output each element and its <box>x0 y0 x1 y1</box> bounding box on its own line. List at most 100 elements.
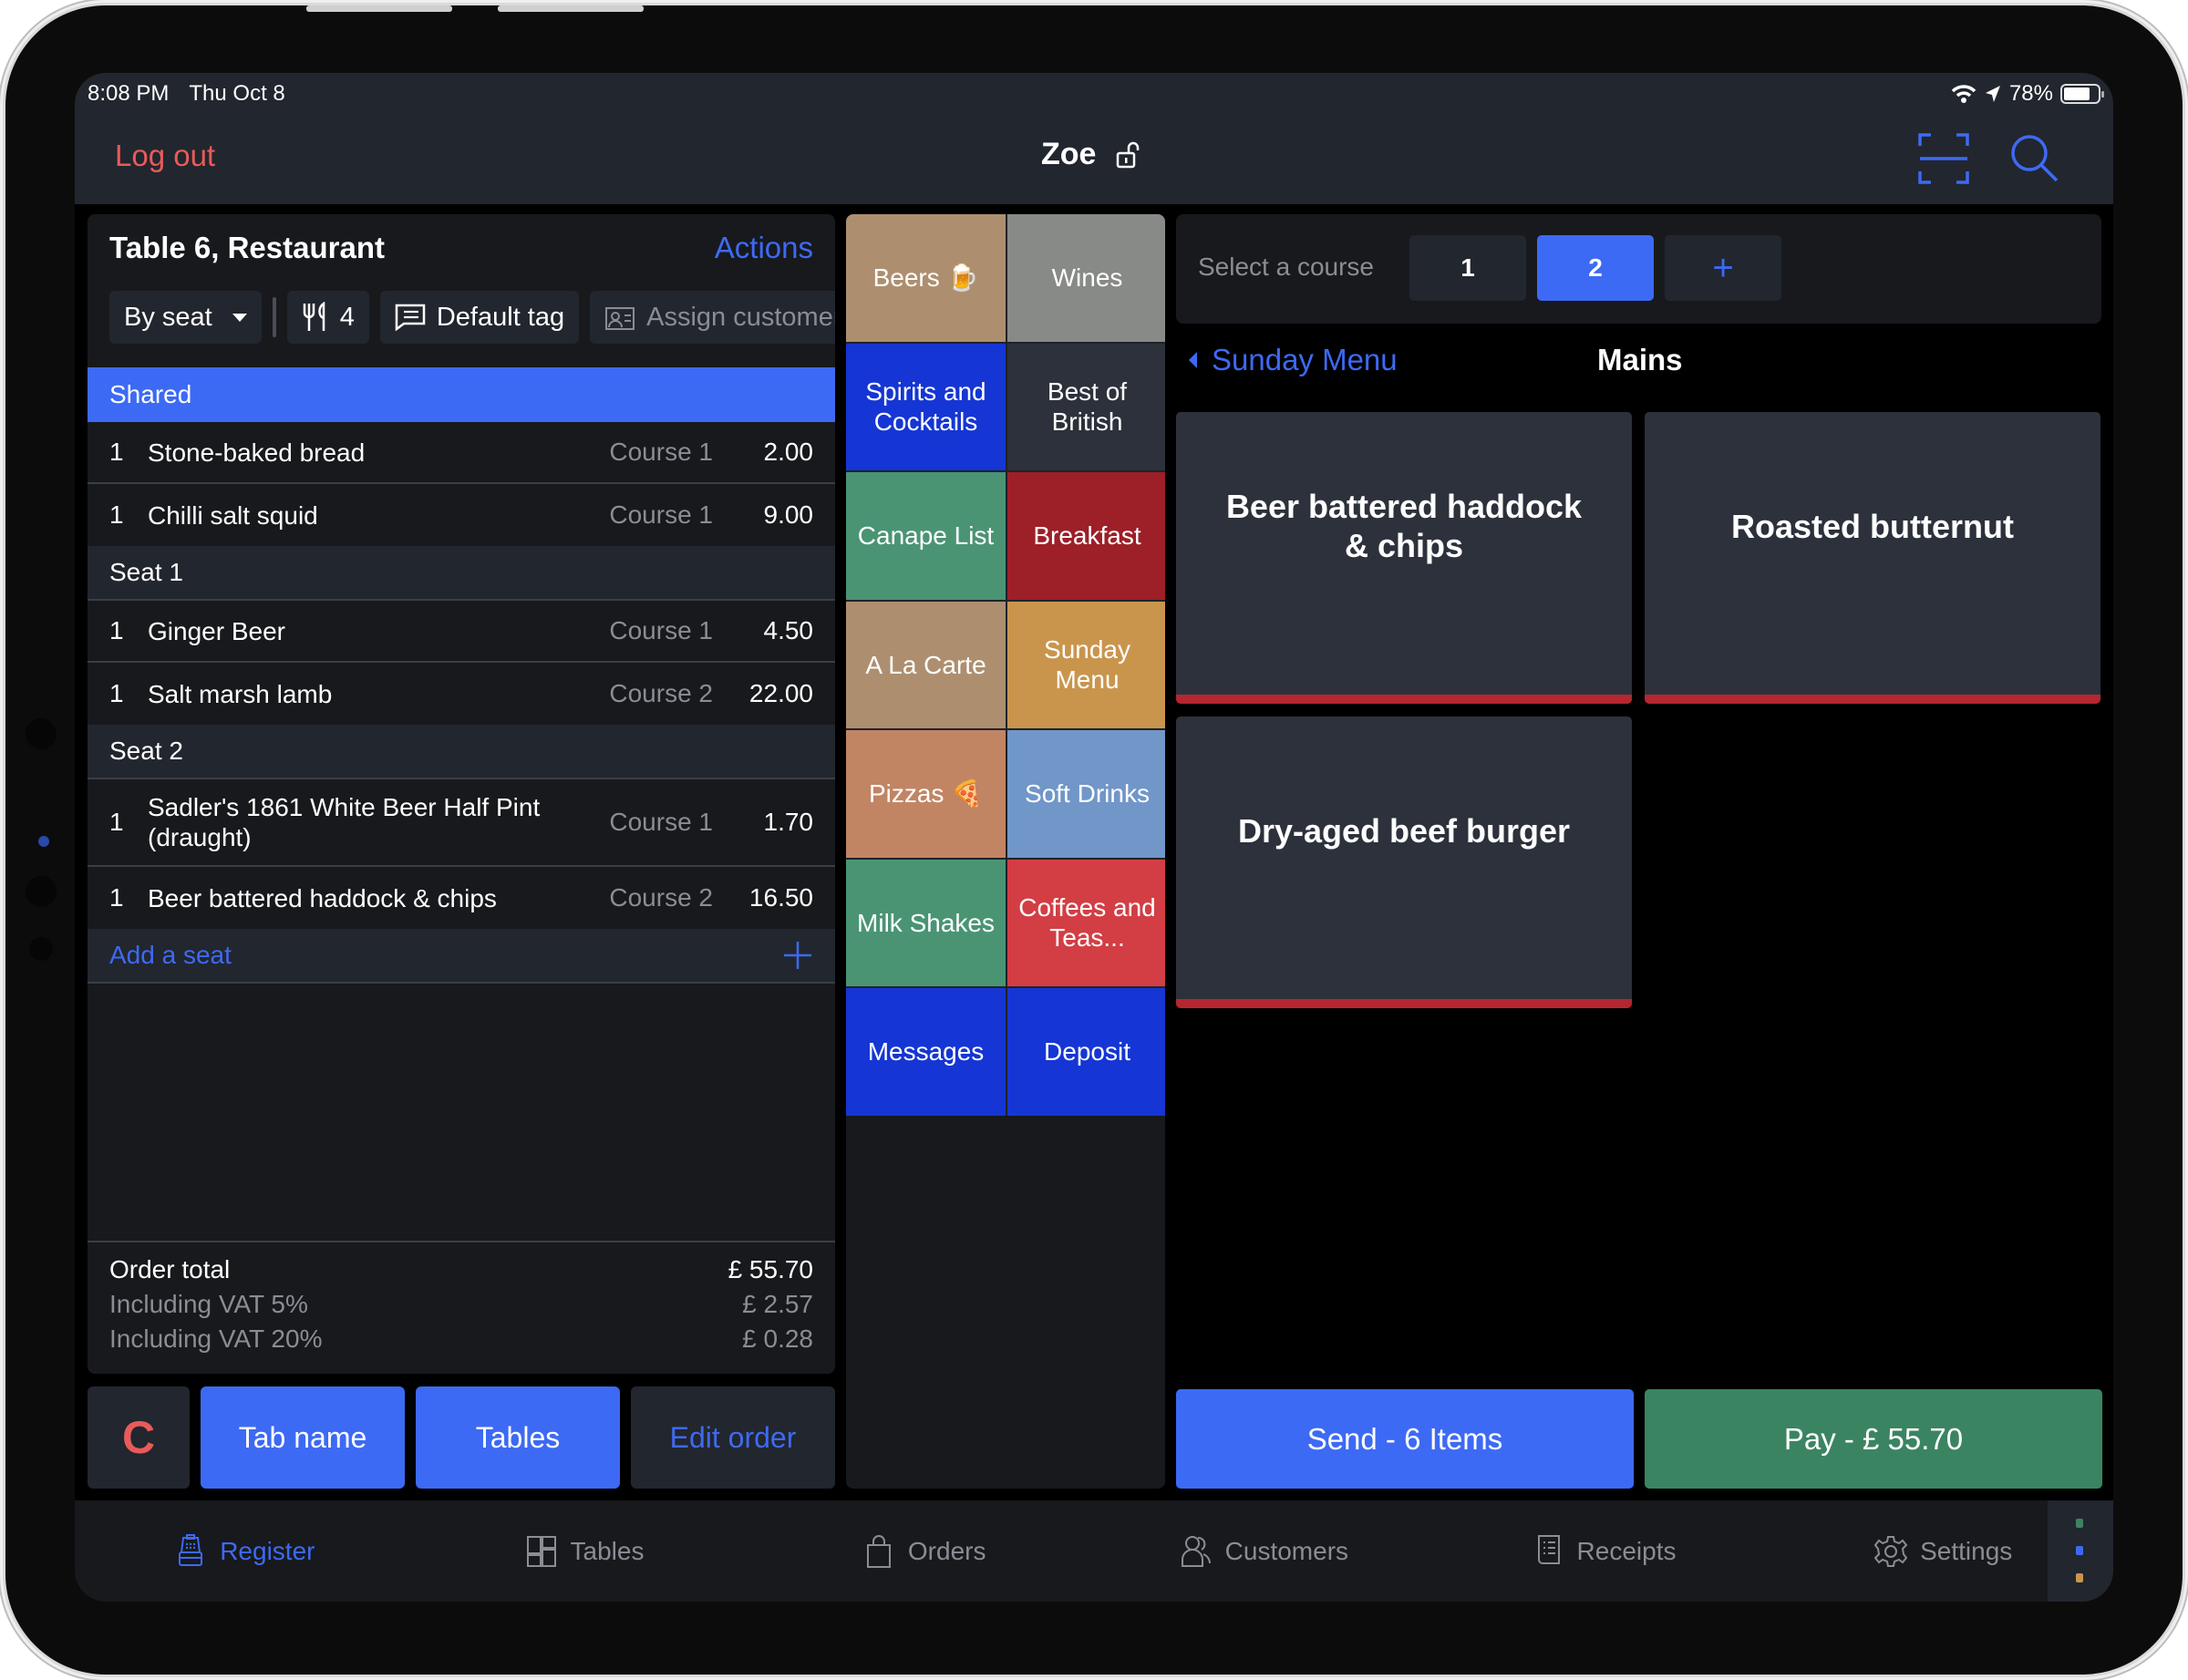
tag-button[interactable]: Default tag <box>379 291 580 344</box>
category-tile[interactable]: Soft Drinks <box>1007 730 1165 858</box>
tab-customers[interactable]: Customers <box>1094 1500 1434 1602</box>
category-tile[interactable]: Coffees and Teas... <box>1007 859 1165 986</box>
item-name: Ginger Beer <box>148 616 285 645</box>
category-tile[interactable]: A La Carte <box>846 601 1006 728</box>
category-tile[interactable]: Messages <box>846 988 1006 1116</box>
scan-icon[interactable] <box>1916 131 1971 186</box>
battery-icon <box>2060 84 2104 104</box>
order-total-label: Order total <box>109 1255 231 1283</box>
category-tile[interactable]: Milk Shakes <box>846 859 1006 986</box>
tables-button[interactable]: Tables <box>416 1386 620 1489</box>
vat5-value: £ 2.57 <box>742 1290 813 1318</box>
category-tile[interactable]: Beers 🍺 <box>846 214 1006 342</box>
order-item-row[interactable]: 1 Stone-baked bread Course 1 2.00 <box>88 422 835 484</box>
category-tile[interactable]: Sunday Menu <box>1007 601 1165 728</box>
tag-label: Default tag <box>436 302 565 332</box>
back-to-menu-link[interactable]: Sunday Menu <box>1189 343 1398 377</box>
course-selector-label: Select a course <box>1198 253 1374 281</box>
order-action-buttons: C Tab name Tables Edit order <box>88 1386 835 1489</box>
item-course: Course 1 <box>609 616 713 644</box>
status-time: 8:08 PM <box>88 81 170 106</box>
order-item-row[interactable]: 1 Chilli salt squid Course 1 9.00 <box>88 484 835 546</box>
course-color-bar <box>1645 695 2100 704</box>
order-item-row[interactable]: 1 Ginger Beer Course 1 4.50 <box>88 601 835 663</box>
toolbar-divider <box>272 297 276 337</box>
app-screen: 8:08 PM Thu Oct 8 78% Log out Zoe Table … <box>75 73 2113 1602</box>
unlock-icon[interactable] <box>1116 141 1140 169</box>
tab-register[interactable]: Register <box>75 1500 415 1602</box>
category-tile[interactable]: Deposit <box>1007 988 1165 1116</box>
actions-button[interactable]: Actions <box>715 231 813 265</box>
category-tile[interactable]: Breakfast <box>1007 472 1165 600</box>
item-course: Course 1 <box>609 500 713 529</box>
section-items: 1 Sadler's 1861 White Beer Half Pint (dra… <box>88 779 835 929</box>
item-price: 22.00 <box>748 679 813 707</box>
send-button[interactable]: Send - 6 Items <box>1176 1389 1634 1489</box>
clear-button[interactable]: C <box>88 1386 190 1489</box>
receipts-icon <box>1537 1534 1560 1564</box>
pay-button[interactable]: Pay - £ 55.70 <box>1645 1389 2102 1489</box>
section-header-seat-2[interactable]: Seat 2 <box>88 725 835 779</box>
menu-section-title: Mains <box>1597 343 1683 376</box>
item-name: Stone-baked bread <box>148 438 366 467</box>
status-dot <box>2076 1546 2083 1555</box>
category-tile[interactable]: Spirits and Cocktails <box>846 343 1006 470</box>
course-button-1[interactable]: 1 <box>1409 235 1526 301</box>
menu-item-name: Roasted butternut <box>1731 507 2014 545</box>
section-header-seat-1[interactable]: Seat 1 <box>88 546 835 601</box>
item-quantity: 1 <box>109 883 124 912</box>
order-title: Table 6, Restaurant <box>109 231 385 264</box>
category-tile[interactable]: Pizzas 🍕 <box>846 730 1006 858</box>
item-course: Course 1 <box>609 808 713 836</box>
order-item-row[interactable]: 1 Salt marsh lamb Course 2 22.00 <box>88 663 835 725</box>
edit-order-button[interactable]: Edit order <box>631 1386 835 1489</box>
tables-icon <box>526 1535 556 1567</box>
app-header: Log out Zoe <box>75 115 2113 204</box>
menu-item-tile[interactable]: Dry-aged beef burger <box>1176 716 1632 1008</box>
category-tile[interactable]: Best of British <box>1007 343 1165 470</box>
item-price: 2.00 <box>763 438 814 466</box>
course-color-bar <box>1176 695 1632 704</box>
menu-item-tile[interactable]: Roasted butternut <box>1645 412 2100 704</box>
location-arrow-icon <box>1985 86 2000 102</box>
current-user[interactable]: Zoe <box>1041 137 1140 172</box>
assign-customer-button[interactable]: Assign customer <box>590 291 835 344</box>
order-item-row[interactable]: 1 Beer battered haddock & chips Course 2 16… <box>88 867 835 929</box>
order-item-row[interactable]: 1 Sadler's 1861 White Beer Half Pint (dra… <box>88 779 835 867</box>
chevron-down-icon <box>232 313 247 322</box>
customer-card-icon <box>605 307 635 330</box>
view-mode-dropdown[interactable]: By seat <box>109 291 262 344</box>
assign-customer-label: Assign customer <box>646 302 835 332</box>
covers-button[interactable]: 4 <box>286 291 369 344</box>
logout-button[interactable]: Log out <box>115 139 215 173</box>
add-course-button[interactable]: + <box>1665 235 1781 301</box>
orders-icon <box>866 1534 891 1568</box>
register-icon <box>179 1533 203 1566</box>
battery-percent: 78% <box>2008 81 2053 106</box>
tab-label: Settings <box>1920 1536 2013 1565</box>
volume-button <box>498 5 644 12</box>
item-price: 16.50 <box>748 883 813 912</box>
section-header-shared[interactable]: Shared <box>88 367 835 422</box>
category-tile[interactable]: Canape List <box>846 472 1006 600</box>
item-price: 9.00 <box>763 500 814 529</box>
user-name: Zoe <box>1041 137 1097 171</box>
battery-fill <box>2064 88 2090 100</box>
item-course: Course 2 <box>609 883 713 912</box>
menu-item-tile[interactable]: Beer battered haddock & chips <box>1176 412 1632 704</box>
search-icon[interactable] <box>2007 131 2062 186</box>
item-name: Salt marsh lamb <box>148 679 333 708</box>
tab-tables[interactable]: Tables <box>415 1500 755 1602</box>
tab-orders[interactable]: Orders <box>754 1500 1094 1602</box>
category-tile[interactable]: Wines <box>1007 214 1165 342</box>
order-total-row: Order total £ 55.70 <box>109 1255 813 1290</box>
item-name: Chilli salt squid <box>148 500 318 530</box>
add-seat-button[interactable]: Add a seat <box>88 929 835 984</box>
tab-label: Tables <box>570 1536 645 1565</box>
course-color-bar <box>1176 999 1632 1008</box>
course-button-2[interactable]: 2 <box>1537 235 1654 301</box>
tab-receipts[interactable]: Receipts <box>1434 1500 1774 1602</box>
order-toolbar: By seat 4 Default tag Assign customer <box>109 291 835 344</box>
tab-name-button[interactable]: Tab name <box>201 1386 405 1489</box>
item-price: 1.70 <box>763 808 814 836</box>
